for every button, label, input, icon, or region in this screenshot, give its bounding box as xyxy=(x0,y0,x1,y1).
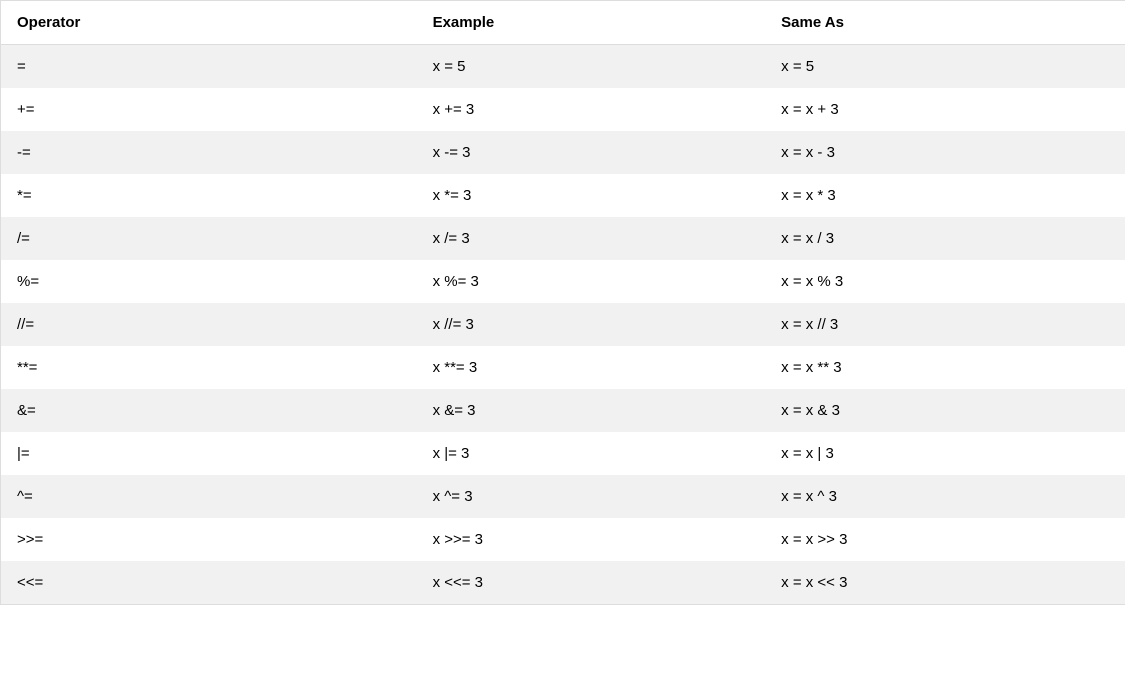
cell-example: x ^= 3 xyxy=(417,475,766,518)
cell-example: x += 3 xyxy=(417,88,766,131)
cell-operator: >>= xyxy=(1,518,417,561)
cell-sameas: x = x * 3 xyxy=(765,174,1125,217)
assignment-operators-table: Operator Example Same As = x = 5 x = 5 +… xyxy=(0,0,1125,605)
table-row: <<= x <<= 3 x = x << 3 xyxy=(1,561,1125,605)
cell-operator: -= xyxy=(1,131,417,174)
cell-operator: &= xyxy=(1,389,417,432)
cell-sameas: x = x ^ 3 xyxy=(765,475,1125,518)
table-row: **= x **= 3 x = x ** 3 xyxy=(1,346,1125,389)
table-row: -= x -= 3 x = x - 3 xyxy=(1,131,1125,174)
cell-example: x |= 3 xyxy=(417,432,766,475)
cell-sameas: x = x % 3 xyxy=(765,260,1125,303)
cell-example: x %= 3 xyxy=(417,260,766,303)
cell-sameas: x = x / 3 xyxy=(765,217,1125,260)
table-row: //= x //= 3 x = x // 3 xyxy=(1,303,1125,346)
cell-operator: += xyxy=(1,88,417,131)
table-row: %= x %= 3 x = x % 3 xyxy=(1,260,1125,303)
cell-example: x //= 3 xyxy=(417,303,766,346)
table-header-row: Operator Example Same As xyxy=(1,1,1125,45)
table-row: &= x &= 3 x = x & 3 xyxy=(1,389,1125,432)
table-row: ^= x ^= 3 x = x ^ 3 xyxy=(1,475,1125,518)
header-example: Example xyxy=(417,1,766,45)
header-operator: Operator xyxy=(1,1,417,45)
cell-example: x *= 3 xyxy=(417,174,766,217)
cell-sameas: x = x - 3 xyxy=(765,131,1125,174)
cell-sameas: x = x >> 3 xyxy=(765,518,1125,561)
table-row: |= x |= 3 x = x | 3 xyxy=(1,432,1125,475)
cell-operator: = xyxy=(1,45,417,89)
cell-operator: |= xyxy=(1,432,417,475)
cell-example: x **= 3 xyxy=(417,346,766,389)
cell-operator: /= xyxy=(1,217,417,260)
cell-operator: **= xyxy=(1,346,417,389)
cell-sameas: x = x ** 3 xyxy=(765,346,1125,389)
cell-example: x &= 3 xyxy=(417,389,766,432)
cell-sameas: x = x | 3 xyxy=(765,432,1125,475)
cell-sameas: x = x << 3 xyxy=(765,561,1125,605)
cell-example: x /= 3 xyxy=(417,217,766,260)
cell-sameas: x = x // 3 xyxy=(765,303,1125,346)
cell-sameas: x = x + 3 xyxy=(765,88,1125,131)
cell-operator: ^= xyxy=(1,475,417,518)
cell-example: x = 5 xyxy=(417,45,766,89)
cell-example: x -= 3 xyxy=(417,131,766,174)
cell-operator: <<= xyxy=(1,561,417,605)
cell-example: x >>= 3 xyxy=(417,518,766,561)
cell-operator: *= xyxy=(1,174,417,217)
table-row: += x += 3 x = x + 3 xyxy=(1,88,1125,131)
cell-operator: //= xyxy=(1,303,417,346)
cell-operator: %= xyxy=(1,260,417,303)
cell-example: x <<= 3 xyxy=(417,561,766,605)
header-sameas: Same As xyxy=(765,1,1125,45)
table-row: = x = 5 x = 5 xyxy=(1,45,1125,89)
cell-sameas: x = x & 3 xyxy=(765,389,1125,432)
cell-sameas: x = 5 xyxy=(765,45,1125,89)
table-row: >>= x >>= 3 x = x >> 3 xyxy=(1,518,1125,561)
table-row: /= x /= 3 x = x / 3 xyxy=(1,217,1125,260)
table-row: *= x *= 3 x = x * 3 xyxy=(1,174,1125,217)
